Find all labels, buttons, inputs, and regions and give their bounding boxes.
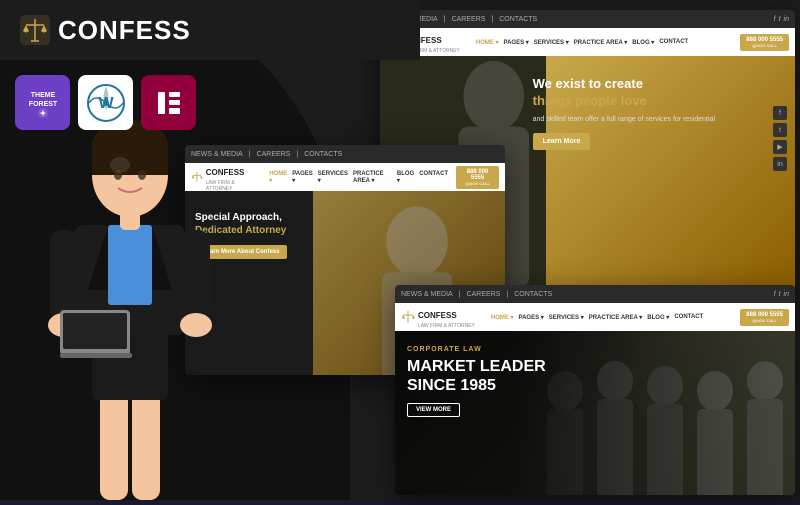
- nav-pages-mid[interactable]: PAGES ▾: [292, 171, 313, 184]
- nav-items-far: HOME ▾ PAGES ▾ SERVICES ▾ PRACTICE AREA …: [476, 39, 688, 46]
- nav-items-front: HOME ▾ PAGES ▾ SERVICES ▾ PRACTICE AREA …: [491, 314, 703, 321]
- instagram-icon-far: in: [784, 16, 789, 23]
- woman-figure: [20, 70, 240, 500]
- scale-icon: [20, 15, 50, 45]
- hero-front: CORPORATE LAW MARKET LEADER SINCE 1985 V…: [395, 331, 795, 495]
- nav-contact-front[interactable]: CONTACT: [674, 314, 703, 321]
- themeforest-badge: THEME FOREST ✦: [15, 75, 70, 130]
- nav-pages-far[interactable]: PAGES ▾: [504, 39, 529, 46]
- nav-blog-far[interactable]: BLOG ▾: [632, 39, 654, 46]
- header-logo: Confess: [20, 15, 191, 46]
- careers-link-far[interactable]: CAREERS: [452, 16, 486, 23]
- phone-btn-mid[interactable]: 888 000 5555 QUICK CALL: [456, 166, 499, 189]
- careers-link-front[interactable]: CAREERS: [467, 291, 501, 298]
- mini-nav-far: CONFESS LAW FIRM & ATTORNEY HOME ▾ PAGES…: [380, 28, 795, 56]
- nav-contact-far[interactable]: CONTACT: [659, 39, 688, 46]
- phone-number-mid: 888 000 5555: [462, 169, 493, 181]
- social-icons-far: f t in: [774, 16, 789, 23]
- sep-mid2: |: [296, 151, 298, 158]
- sep-front2: |: [506, 291, 508, 298]
- headline-front: MARKET LEADER SINCE 1985: [407, 357, 546, 395]
- fb-icon-front: f: [774, 291, 776, 298]
- page-header: Confess: [0, 0, 420, 60]
- nav-contact-mid[interactable]: CONTACT: [419, 171, 448, 184]
- facebook-icon-far: f: [774, 16, 776, 23]
- hero-text-far: We exist to create things people love an…: [533, 76, 715, 150]
- headline-line2-front: SINCE 1985: [407, 377, 496, 394]
- view-more-btn-front[interactable]: VIEW MORE: [407, 403, 460, 417]
- svg-text:✦: ✦: [39, 109, 46, 118]
- elementor-badge: [141, 75, 196, 130]
- quick-call-front: QUICK CALL: [746, 318, 783, 323]
- hero-sub-far: and skilled team offer a full range of s…: [533, 115, 715, 125]
- preview-window-front: NEWS & MEDIA | CAREERS | CONTACTS f t in…: [395, 285, 795, 495]
- svg-text:W: W: [98, 95, 114, 112]
- learn-more-btn-far[interactable]: Learn More: [533, 133, 591, 150]
- mini-nav-front: CONFESS LAW FIRM & ATTORNEY HOME ▾ PAGES…: [395, 303, 795, 331]
- nav-blog-mid[interactable]: BLOG ▾: [397, 171, 414, 184]
- nav-services-front[interactable]: SERVICES ▾: [549, 314, 584, 321]
- contacts-link-mid[interactable]: CONTACTS: [304, 151, 342, 158]
- nav-practice-front[interactable]: PRACTICE AREA ▾: [589, 314, 643, 321]
- mini-top-bar-far: NEWS & MEDIA | CAREERS | CONTACTS f t in: [380, 10, 795, 28]
- logo-area-front: CONFESS LAW FIRM & ATTORNEY: [401, 305, 475, 329]
- phone-btn-front[interactable]: 888 000 5555 QUICK CALL: [740, 309, 789, 326]
- nav-pages-front[interactable]: PAGES ▾: [519, 314, 544, 321]
- nav-items-mid: HOME ▾ PAGES ▾ SERVICES ▾ PRACTICE AREA …: [269, 171, 448, 184]
- svg-text:THEME: THEME: [30, 92, 55, 99]
- nav-home-mid[interactable]: HOME ▾: [269, 171, 287, 184]
- nav-home-front[interactable]: HOME ▾: [491, 314, 514, 321]
- logo-sub-front: LAW FIRM & ATTORNEY: [418, 323, 475, 329]
- logo-icon-front: [401, 310, 415, 324]
- nav-services-far[interactable]: SERVICES ▾: [534, 39, 569, 46]
- wordpress-badge: W: [78, 75, 133, 130]
- contacts-link-front[interactable]: CONTACTS: [514, 291, 552, 298]
- quick-call-label-mid: QUICK CALL: [462, 181, 493, 186]
- nav-practice-far[interactable]: PRACTICE AREA ▾: [574, 39, 628, 46]
- yt-icon-far: ▶: [773, 140, 787, 154]
- header-logo-text: Confess: [58, 15, 191, 46]
- headline-line1-far: We exist to create: [533, 76, 643, 91]
- quick-call-label-far: QUICK CALL: [746, 43, 783, 48]
- logo-text-front: CONFESS: [418, 311, 457, 320]
- tw-icon-far: t: [773, 123, 787, 137]
- nav-blog-front[interactable]: BLOG ▾: [647, 314, 669, 321]
- woman-svg: [20, 70, 240, 500]
- in-icon-front: in: [784, 291, 789, 298]
- in-icon-far: in: [773, 157, 787, 171]
- headline-line1-front: MARKET LEADER: [407, 358, 546, 375]
- fb-icon-far: f: [773, 106, 787, 120]
- sep-mid1: |: [249, 151, 251, 158]
- nav-services-mid[interactable]: SERVICES ▾: [318, 171, 348, 184]
- social-icons-front: f t in: [774, 291, 789, 298]
- sep1: |: [444, 16, 446, 23]
- contacts-link-far[interactable]: CONTACTS: [499, 16, 537, 23]
- headline-line2-far: things people love: [533, 93, 647, 108]
- headline-far: We exist to create things people love: [533, 76, 715, 110]
- sep2: |: [491, 16, 493, 23]
- nav-practice-mid[interactable]: PRACTICE AREA ▾: [353, 171, 392, 184]
- social-sidebar-far: f t ▶ in: [773, 106, 787, 171]
- category-front: CORPORATE LAW: [407, 346, 546, 353]
- phone-btn-far[interactable]: 888 000 5555 QUICK CALL: [740, 34, 789, 51]
- sep-front1: |: [459, 291, 461, 298]
- svg-text:FOREST: FOREST: [28, 101, 57, 108]
- careers-link-mid[interactable]: CAREERS: [257, 151, 291, 158]
- hero-text-front: CORPORATE LAW MARKET LEADER SINCE 1985 V…: [407, 346, 546, 417]
- tw-icon-front: t: [779, 291, 781, 298]
- news-link-front[interactable]: NEWS & MEDIA: [401, 291, 453, 298]
- mini-top-bar-front: NEWS & MEDIA | CAREERS | CONTACTS f t in: [395, 285, 795, 303]
- nav-home-far[interactable]: HOME ▾: [476, 39, 499, 46]
- twitter-icon-far: t: [779, 16, 781, 23]
- plugin-badges: THEME FOREST ✦ W: [15, 75, 196, 130]
